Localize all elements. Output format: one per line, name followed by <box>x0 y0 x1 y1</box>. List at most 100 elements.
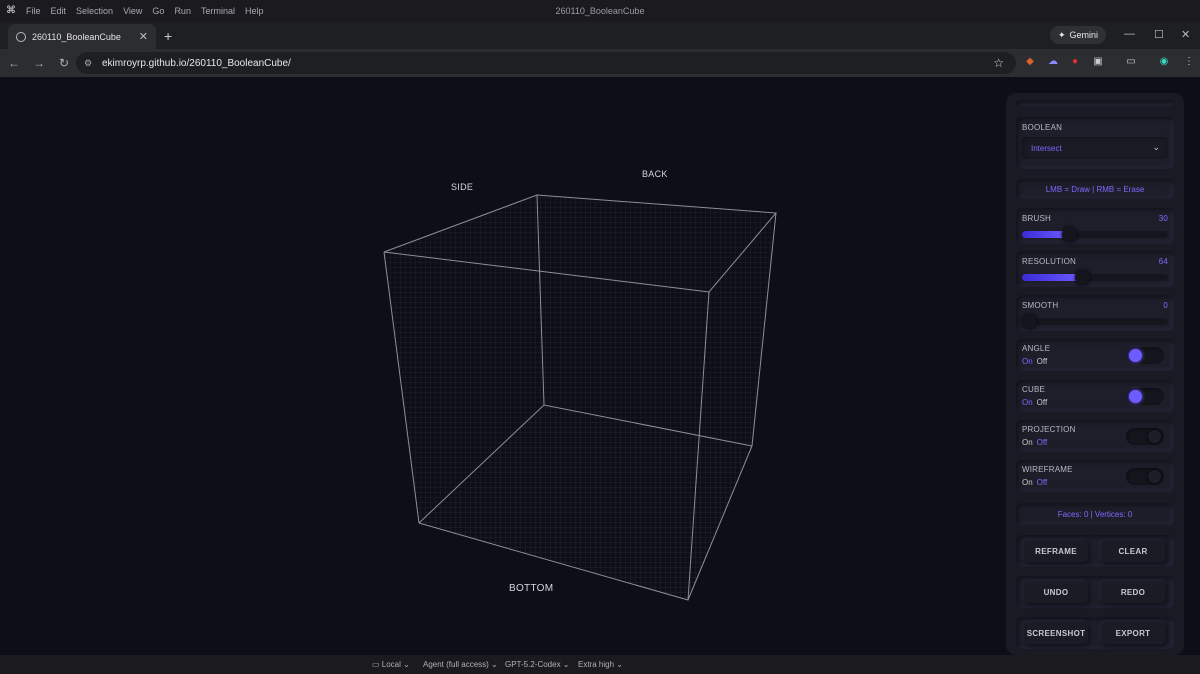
export-button[interactable]: EXPORT <box>1101 622 1165 644</box>
draw-erase-hint: LMB = Draw | RMB = Erase <box>1045 184 1145 194</box>
panel-drag-handle[interactable] <box>1016 100 1174 106</box>
boolean-label: BOOLEAN <box>1022 123 1063 132</box>
projection-off[interactable]: Off <box>1037 438 1048 447</box>
menu-run[interactable]: Run <box>174 6 191 16</box>
bookmark-star-icon[interactable]: ☆ <box>993 56 1004 70</box>
3d-viewport[interactable]: SIDE BACK BOTTOM BOOLEAN Intersect ⌄ LMB… <box>0 77 1200 655</box>
projection-toggle[interactable] <box>1126 428 1164 445</box>
brush-label: BRUSH <box>1022 214 1052 223</box>
site-settings-icon[interactable]: ⚙ <box>84 58 96 69</box>
close-tab-icon[interactable]: ✕ <box>139 30 148 43</box>
undo-button[interactable]: UNDO <box>1024 581 1088 603</box>
stats-card: Faces: 0 | Vertices: 0 <box>1016 503 1174 525</box>
profile-avatar-icon[interactable]: ◉ <box>1157 55 1171 69</box>
resolution-slider-fill <box>1022 274 1082 281</box>
wireframe-on[interactable]: On <box>1022 478 1033 487</box>
redo-button[interactable]: REDO <box>1101 581 1165 603</box>
forward-icon[interactable]: → <box>28 56 50 70</box>
control-panel: BOOLEAN Intersect ⌄ LMB = Draw | RMB = E… <box>1006 93 1184 655</box>
output-actions-card: SCREENSHOT EXPORT <box>1016 617 1174 649</box>
smooth-label: SMOOTH <box>1022 301 1059 310</box>
tab-title: 260110_BooleanCube <box>32 31 121 42</box>
smooth-card: SMOOTH 0 <box>1016 295 1174 331</box>
angle-off[interactable]: Off <box>1037 357 1048 366</box>
url-text[interactable]: ekimroyrp.github.io/260110_BooleanCube/ <box>102 58 291 69</box>
clear-button[interactable]: CLEAR <box>1101 540 1165 562</box>
effort-dropdown[interactable]: Extra high ⌄ <box>578 660 623 669</box>
globe-icon <box>16 31 26 42</box>
menu-terminal[interactable]: Terminal <box>201 6 235 16</box>
browser-toolbar: ← → ↻ ⚙ ekimroyrp.github.io/260110_Boole… <box>0 49 1200 77</box>
brush-card: BRUSH 30 <box>1016 208 1174 244</box>
address-bar[interactable]: ⚙ ekimroyrp.github.io/260110_BooleanCube… <box>76 52 1016 74</box>
gemini-label: Gemini <box>1069 30 1098 40</box>
menu-edit[interactable]: Edit <box>51 6 67 16</box>
resolution-slider-knob[interactable] <box>1074 270 1090 285</box>
boolean-selected-value: Intersect <box>1031 143 1062 153</box>
reframe-button[interactable]: REFRAME <box>1024 540 1088 562</box>
wireframe-off[interactable]: Off <box>1037 478 1048 487</box>
resolution-slider[interactable] <box>1022 270 1168 285</box>
monitor-icon: ▭ <box>372 660 382 669</box>
wireframe-toggle[interactable] <box>1126 468 1164 485</box>
menu-help[interactable]: Help <box>245 6 264 16</box>
boolean-card: BOOLEAN Intersect ⌄ <box>1016 117 1174 169</box>
resolution-card: RESOLUTION 64 <box>1016 251 1174 287</box>
back-icon[interactable]: ← <box>3 56 25 70</box>
history-actions-card: UNDO REDO <box>1016 576 1174 608</box>
smooth-slider[interactable] <box>1022 314 1168 329</box>
back-label: BACK <box>642 169 668 179</box>
cube-toggle[interactable] <box>1126 388 1164 405</box>
sparkle-icon: ✦ <box>1057 29 1066 40</box>
cube-on[interactable]: On <box>1022 398 1033 407</box>
resolution-label: RESOLUTION <box>1022 257 1077 266</box>
cube-off[interactable]: Off <box>1037 398 1048 407</box>
brush-slider-knob[interactable] <box>1061 227 1077 242</box>
cube-card: CUBE On Off <box>1016 380 1174 412</box>
local-dropdown[interactable]: ▭ Local ⌄ <box>372 660 410 669</box>
chevron-down-icon: ⌄ <box>1152 142 1160 152</box>
menu-selection[interactable]: Selection <box>76 6 113 16</box>
extensions-puzzle-icon[interactable]: ▣ <box>1091 55 1105 69</box>
menu-view[interactable]: View <box>123 6 142 16</box>
smooth-slider-knob[interactable] <box>1022 314 1037 329</box>
reload-icon[interactable]: ↻ <box>53 56 75 70</box>
extension-cloud-icon[interactable]: ☁ <box>1046 55 1060 69</box>
browser-tab-strip: 260110_BooleanCube ✕ + ✦ Gemini — ☐ ✕ <box>0 22 1200 49</box>
effort-label: Extra high <box>578 660 615 669</box>
new-tab-button[interactable]: + <box>164 28 172 44</box>
cast-icon[interactable]: ▭ <box>1124 55 1138 69</box>
close-window-icon[interactable]: ✕ <box>1181 28 1190 41</box>
cube-face-back <box>537 195 776 446</box>
minimize-icon[interactable]: — <box>1124 28 1135 40</box>
browser-tab[interactable]: 260110_BooleanCube ✕ <box>8 24 156 49</box>
maximize-icon[interactable]: ☐ <box>1154 28 1164 41</box>
brush-slider[interactable] <box>1022 227 1168 242</box>
boolean-select[interactable]: Intersect ⌄ <box>1022 137 1168 159</box>
angle-toggle[interactable] <box>1126 347 1164 364</box>
app-logo-icon: ⌘ <box>6 5 16 16</box>
menu-go[interactable]: Go <box>152 6 164 16</box>
faces-vertices-stats: Faces: 0 | Vertices: 0 <box>1057 509 1133 519</box>
angle-card: ANGLE On Off <box>1016 339 1174 371</box>
extension-fox-icon[interactable]: ◆ <box>1023 55 1037 69</box>
smooth-value: 0 <box>1163 301 1168 310</box>
status-bar: ▭ Local ⌄ Agent (full access) ⌄ GPT-5.2-… <box>0 655 1200 674</box>
brush-value: 30 <box>1158 214 1168 223</box>
gemini-button[interactable]: ✦ Gemini <box>1049 26 1106 44</box>
angle-on[interactable]: On <box>1022 357 1033 366</box>
local-label: Local <box>381 660 401 669</box>
projection-on[interactable]: On <box>1022 438 1033 447</box>
cube-canvas[interactable] <box>0 77 1000 655</box>
extension-shield-icon[interactable]: ● <box>1068 55 1082 69</box>
view-actions-card: REFRAME CLEAR <box>1016 535 1174 567</box>
screenshot-button[interactable]: SCREENSHOT <box>1024 622 1088 644</box>
projection-card: PROJECTION On Off <box>1016 420 1174 452</box>
wireframe-card: WIREFRAME On Off <box>1016 460 1174 492</box>
model-dropdown[interactable]: GPT-5.2-Codex ⌄ <box>505 660 570 669</box>
menu-file[interactable]: File <box>26 6 41 16</box>
browser-menu-icon[interactable]: ⋮ <box>1182 55 1196 69</box>
bottom-label: BOTTOM <box>509 583 554 594</box>
projection-toggle-knob <box>1148 430 1161 443</box>
agent-dropdown[interactable]: Agent (full access) ⌄ <box>423 660 498 669</box>
